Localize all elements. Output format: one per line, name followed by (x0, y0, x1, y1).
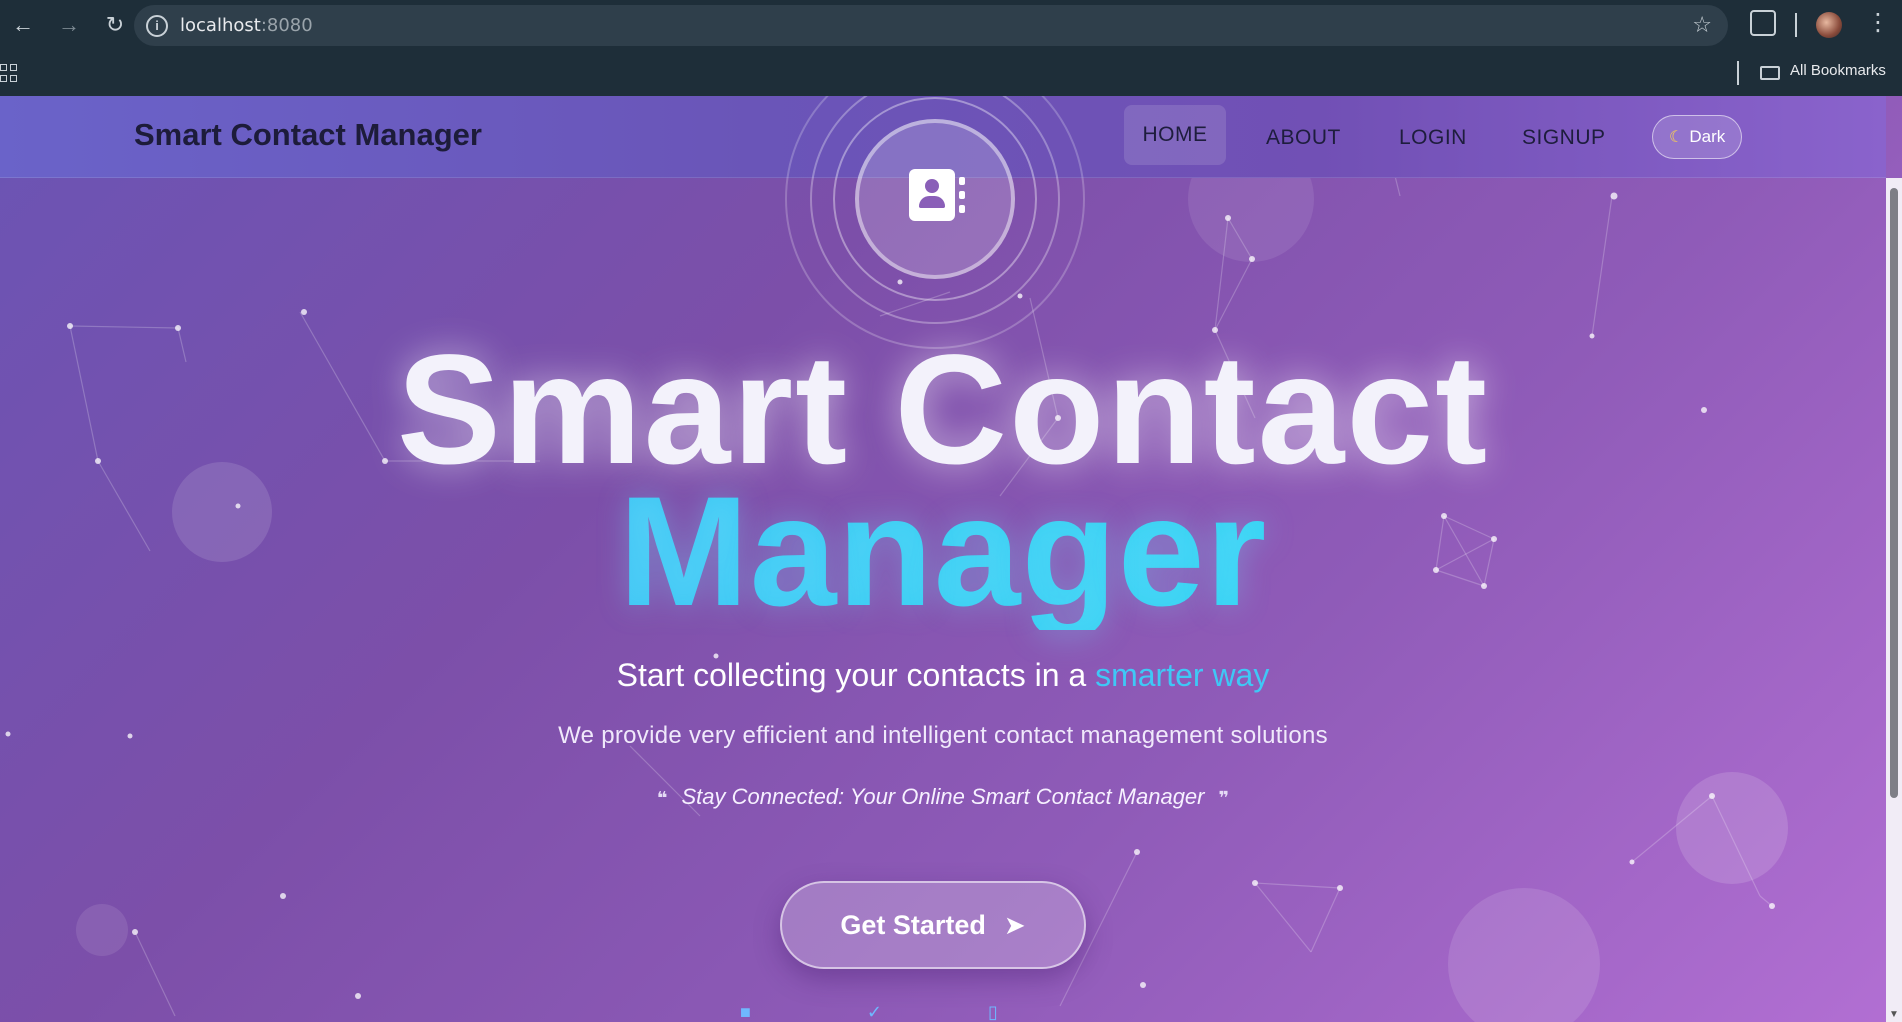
reload-icon[interactable]: ↻ (92, 2, 138, 48)
hero-title-accent: Manager (0, 474, 1886, 630)
nav-about[interactable]: ABOUT (1266, 126, 1341, 150)
url-host: localhost (180, 15, 261, 36)
site-info-icon[interactable]: i (146, 14, 168, 37)
url-port: :8080 (260, 15, 313, 36)
get-started-label: Get Started (840, 909, 986, 940)
moon-icon: ☾ (1669, 129, 1684, 146)
feature-badges: ■ ✓ ▯ (740, 1002, 998, 1022)
quote-text: Stay Connected: Your Online Smart Contac… (681, 784, 1205, 809)
nav-signup[interactable]: SIGNUP (1522, 126, 1606, 150)
browser-toolbar: ← → ↻ i localhost:8080 ☆ ⋮ (0, 0, 1902, 50)
tagline-text: Start collecting your contacts in a (616, 657, 1087, 693)
bookmarks-divider (1737, 61, 1739, 85)
dark-mode-label: Dark (1689, 127, 1726, 146)
nav-home[interactable]: HOME (1124, 105, 1226, 165)
back-icon[interactable]: ← (0, 2, 46, 48)
quote-close-icon: ❞ (1218, 788, 1230, 808)
shield-icon: ■ (740, 1002, 751, 1022)
profile-avatar[interactable] (1816, 12, 1842, 38)
bookmark-star-icon[interactable]: ☆ (1692, 12, 1712, 38)
address-url[interactable]: localhost:8080 (180, 15, 313, 36)
rocket-icon: ➤ (1003, 909, 1026, 940)
brand-logo-text[interactable]: Smart Contact Manager (134, 117, 482, 153)
toolbar-divider (1795, 13, 1797, 37)
decor-bubble (76, 904, 128, 956)
dark-mode-toggle[interactable]: ☾ Dark (1652, 115, 1743, 159)
forward-icon[interactable]: → (46, 2, 92, 48)
bolt-icon: ✓ (866, 1002, 882, 1022)
quote-open-icon: ❝ (656, 788, 668, 808)
address-book-icon (909, 169, 965, 221)
tagline-accent: smarter way (1095, 657, 1270, 693)
scroll-down-icon[interactable]: ▼ (1889, 1009, 1899, 1020)
nav-login[interactable]: LOGIN (1399, 126, 1467, 150)
all-bookmarks-link[interactable]: All Bookmarks (1790, 62, 1886, 79)
address-bar[interactable]: i localhost:8080 ☆ (134, 5, 1728, 46)
hero-tagline: Start collecting your contacts in a smar… (0, 657, 1886, 694)
page-scrollbar[interactable]: ▼ (1886, 178, 1902, 1022)
apps-grid-icon[interactable] (0, 64, 18, 82)
hero-subtext: We provide very efficient and intelligen… (558, 722, 1328, 749)
extensions-icon[interactable] (1750, 10, 1776, 36)
hero-quote: ❝ Stay Connected: Your Online Smart Conta… (0, 784, 1886, 810)
page-viewport: Smart Contact Manager HOME ABOUT LOGIN S… (0, 96, 1902, 1022)
browser-menu-icon[interactable]: ⋮ (1866, 8, 1890, 38)
mobile-icon: ▯ (987, 1002, 998, 1022)
folder-icon[interactable] (1760, 66, 1780, 80)
scrollbar-thumb[interactable] (1890, 188, 1898, 798)
get-started-button[interactable]: Get Started ➤ (780, 881, 1086, 969)
bookmarks-bar: All Bookmarks (0, 50, 1902, 96)
